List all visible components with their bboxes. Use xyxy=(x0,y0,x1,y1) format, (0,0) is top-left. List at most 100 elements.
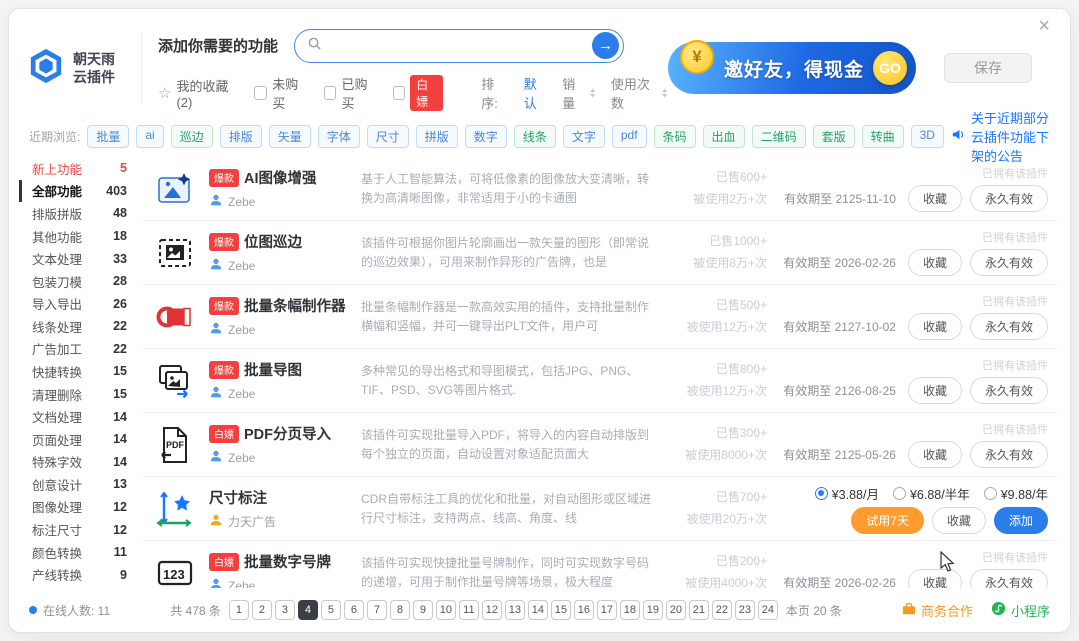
page-button[interactable]: 19 xyxy=(642,600,663,620)
page-button[interactable]: 23 xyxy=(734,600,755,620)
page-button[interactable]: 18 xyxy=(619,600,640,620)
sidebar-item[interactable]: 页面处理 14 xyxy=(19,428,133,451)
category-tag[interactable]: pdf xyxy=(611,124,647,148)
sidebar-item[interactable]: 颜色转换 11 xyxy=(19,541,133,564)
page-button[interactable]: 1 xyxy=(228,600,249,620)
collect-button[interactable]: 收藏 xyxy=(907,377,962,404)
sidebar-item[interactable]: 导入导出 26 xyxy=(19,292,133,315)
sidebar-item[interactable]: 文本处理 33 xyxy=(19,247,133,270)
sidebar-item[interactable]: 广告加工 22 xyxy=(19,338,133,361)
category-tag[interactable]: 线条 xyxy=(513,124,556,148)
filter-checkbox[interactable]: 未购买 xyxy=(254,74,307,112)
page-button[interactable]: 14 xyxy=(527,600,548,620)
page-button[interactable]: 22 xyxy=(711,600,732,620)
page-button[interactable]: 7 xyxy=(366,600,387,620)
plugin-title[interactable]: 批量导图 xyxy=(244,359,302,380)
sidebar-item[interactable]: 新上功能 5 xyxy=(19,157,133,180)
page-button[interactable]: 12 xyxy=(481,600,502,620)
page-button[interactable]: 4 xyxy=(297,600,318,620)
trial-button[interactable]: 试用7天 xyxy=(851,506,924,534)
plugin-title[interactable]: 尺寸标注 xyxy=(209,487,267,508)
filter-checkbox[interactable]: 白嫖 xyxy=(392,74,444,111)
page-button[interactable]: 16 xyxy=(573,600,594,620)
page-button[interactable]: 17 xyxy=(596,600,617,620)
forever-valid-button[interactable]: 永久有效 xyxy=(969,313,1048,340)
category-tag[interactable]: ai xyxy=(136,124,164,148)
page-button[interactable]: 10 xyxy=(435,600,456,620)
plugin-title[interactable]: AI图像增强 xyxy=(244,167,317,188)
sidebar-item[interactable]: 特殊字效 14 xyxy=(19,451,133,474)
category-tag[interactable]: 尺寸 xyxy=(366,124,409,148)
category-tag[interactable]: 二维码 xyxy=(751,124,806,148)
radio-icon[interactable] xyxy=(814,486,828,500)
category-tag[interactable]: 套版 xyxy=(812,124,855,148)
business-cooperation-link[interactable]: 商务合作 xyxy=(902,601,973,620)
radio-icon[interactable] xyxy=(892,486,906,500)
page-button[interactable]: 3 xyxy=(274,600,295,620)
sidebar-item[interactable]: 全部功能 403 xyxy=(19,179,133,203)
sidebar-item[interactable]: 排版拼版 48 xyxy=(19,202,133,225)
plugin-title[interactable]: 批量条幅制作器 xyxy=(244,295,346,316)
page-button[interactable]: 5 xyxy=(320,600,341,620)
search-input[interactable] xyxy=(330,37,585,54)
my-favorites-filter[interactable]: ☆ 我的收藏(2) xyxy=(158,76,238,110)
collect-button[interactable]: 收藏 xyxy=(907,185,962,212)
sidebar-item[interactable]: 其他功能 18 xyxy=(19,225,133,248)
collect-button[interactable]: 收藏 xyxy=(907,313,962,340)
category-tag[interactable]: 条码 xyxy=(653,124,696,148)
sidebar-item[interactable]: 文档处理 14 xyxy=(19,405,133,428)
sidebar-item[interactable]: 标注尺寸 12 xyxy=(19,518,133,541)
invite-friends-banner[interactable]: ¥ 邀好友，得现金 GO xyxy=(668,40,916,94)
sidebar-item[interactable]: 清理删除 15 xyxy=(19,383,133,406)
sort-option[interactable]: 销量 xyxy=(562,74,596,112)
page-button[interactable]: 15 xyxy=(550,600,571,620)
plugin-title[interactable]: 位图巡边 xyxy=(244,231,302,252)
sort-option[interactable]: 默认 xyxy=(524,74,548,112)
price-option[interactable]: ¥9.88/年 xyxy=(983,484,1048,503)
page-button[interactable]: 21 xyxy=(688,600,709,620)
checkbox-icon[interactable] xyxy=(323,85,337,100)
category-tag[interactable]: 出血 xyxy=(702,124,745,148)
sidebar-item[interactable]: 包装刀模 28 xyxy=(19,270,133,293)
sidebar-item[interactable]: 线条处理 22 xyxy=(19,315,133,338)
page-button[interactable]: 2 xyxy=(251,600,272,620)
category-tag[interactable]: 批量 xyxy=(87,124,130,148)
page-button[interactable]: 11 xyxy=(458,600,479,620)
page-button[interactable]: 13 xyxy=(504,600,525,620)
category-tag[interactable]: 矢量 xyxy=(268,124,311,148)
save-button[interactable]: 保存 xyxy=(944,53,1032,83)
page-button[interactable]: 9 xyxy=(412,600,433,620)
price-option[interactable]: ¥6.88/半年 xyxy=(892,484,970,503)
forever-valid-button[interactable]: 永久有效 xyxy=(969,569,1048,588)
price-option[interactable]: ¥3.88/月 xyxy=(814,484,879,503)
page-button[interactable]: 20 xyxy=(665,600,686,620)
search-submit-button[interactable]: → xyxy=(592,32,620,59)
page-button[interactable]: 8 xyxy=(389,600,410,620)
category-tag[interactable]: 巡边 xyxy=(170,124,213,148)
forever-valid-button[interactable]: 永久有效 xyxy=(969,377,1048,404)
category-tag[interactable]: 数字 xyxy=(464,124,507,148)
forever-valid-button[interactable]: 永久有效 xyxy=(969,441,1048,468)
add-button[interactable]: 添加 xyxy=(993,506,1048,534)
sidebar-item[interactable]: 图像处理 12 xyxy=(19,496,133,519)
page-button[interactable]: 6 xyxy=(343,600,364,620)
go-button[interactable]: GO xyxy=(873,51,907,85)
collect-button[interactable]: 收藏 xyxy=(931,506,986,534)
plugin-title[interactable]: 批量数字号牌 xyxy=(244,551,331,572)
category-tag[interactable]: 3D xyxy=(910,124,944,148)
sidebar-item[interactable]: 产线转换 9 xyxy=(19,563,133,586)
sidebar-item[interactable]: 创意设计 13 xyxy=(19,473,133,496)
page-button[interactable]: 24 xyxy=(757,600,778,620)
collect-button[interactable]: 收藏 xyxy=(907,569,962,588)
category-tag[interactable]: 拼版 xyxy=(415,124,458,148)
sort-option[interactable]: 使用次数 xyxy=(611,74,668,112)
checkbox-icon[interactable] xyxy=(254,85,268,100)
checkbox-icon[interactable] xyxy=(392,85,406,100)
collect-button[interactable]: 收藏 xyxy=(907,441,962,468)
collect-button[interactable]: 收藏 xyxy=(907,249,962,276)
filter-checkbox[interactable]: 已购买 xyxy=(323,74,377,112)
category-tag[interactable]: 转曲 xyxy=(861,124,904,148)
category-tag[interactable]: 文字 xyxy=(562,124,605,148)
radio-icon[interactable] xyxy=(983,486,997,500)
close-icon[interactable]: × xyxy=(1032,15,1056,37)
